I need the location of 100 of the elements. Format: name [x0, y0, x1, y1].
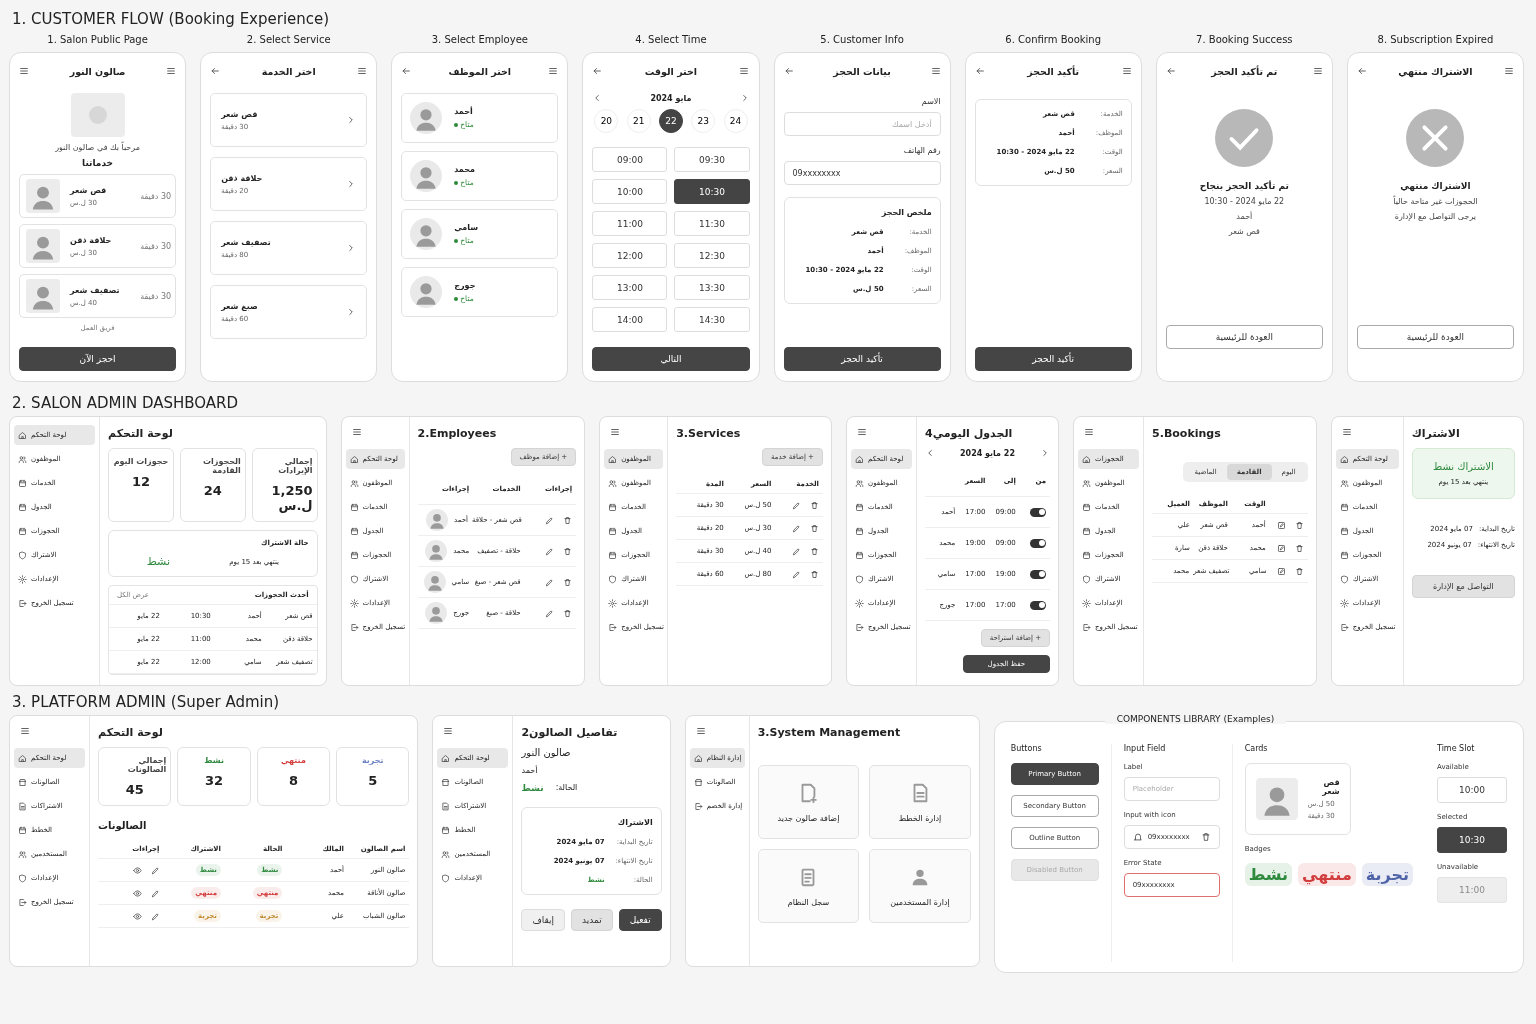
pencil-icon[interactable] — [150, 911, 160, 921]
action-button[interactable]: تأكيد الحجز — [974, 347, 1132, 371]
action-tile[interactable]: إدارة الخطط — [869, 765, 971, 839]
time-slot[interactable]: 10:30 — [674, 179, 750, 204]
pencil-square-icon[interactable] — [1276, 520, 1286, 530]
time-slot[interactable]: 14:00 — [592, 307, 668, 332]
trash-icon[interactable] — [810, 523, 819, 533]
menu-icon[interactable] — [739, 66, 750, 76]
house-icon — [349, 454, 359, 464]
pencil-icon[interactable] — [545, 608, 555, 618]
toggle-switch[interactable] — [1030, 569, 1047, 579]
menu-icon[interactable] — [351, 427, 362, 437]
owner-name: أحمد — [521, 766, 538, 775]
trash-icon[interactable] — [563, 608, 573, 618]
trash-icon[interactable] — [810, 546, 819, 556]
back-arrow-icon[interactable] — [1165, 66, 1176, 76]
action-button[interactable]: العودة للرئيسية — [1165, 325, 1323, 349]
menu-icon[interactable] — [695, 726, 706, 736]
time-slot[interactable]: 12:30 — [674, 243, 750, 268]
date-label: مايو 2024 — [650, 93, 692, 103]
time-slot[interactable]: 11:00 — [592, 211, 668, 236]
time-slot[interactable]: 10:00 — [592, 179, 668, 204]
menu-icon[interactable] — [1341, 427, 1352, 437]
calendar-icon — [18, 478, 27, 488]
day-button[interactable]: 24 — [723, 109, 748, 133]
action-button[interactable]: العودة للرئيسية — [1356, 325, 1514, 349]
input-field[interactable]: 09xxxxxxxx — [783, 161, 941, 185]
menu-icon[interactable] — [1121, 66, 1132, 76]
back-arrow-icon[interactable] — [974, 66, 985, 76]
day-button[interactable]: 23 — [691, 109, 716, 133]
pencil-icon[interactable] — [792, 500, 801, 510]
action-button[interactable]: تمديد — [571, 909, 613, 931]
gear-icon — [855, 598, 864, 608]
time-slot[interactable]: 09:30 — [674, 147, 750, 172]
time-slot[interactable]: 09:00 — [592, 147, 668, 172]
chevron-left-icon[interactable] — [925, 448, 935, 458]
menu-icon[interactable] — [857, 427, 867, 437]
menu-icon[interactable] — [930, 66, 941, 76]
toggle-switch[interactable] — [1030, 538, 1047, 548]
menu-icon[interactable] — [610, 427, 621, 437]
back-arrow-icon[interactable] — [783, 66, 794, 76]
pencil-icon[interactable] — [545, 546, 555, 556]
eye-icon[interactable] — [132, 911, 142, 921]
menu-icon[interactable] — [357, 66, 368, 76]
action-button[interactable]: تفعيل — [618, 909, 662, 931]
trash-icon[interactable] — [1200, 832, 1211, 842]
time-slot[interactable]: 13:30 — [674, 275, 750, 300]
day-button[interactable]: 21 — [626, 109, 651, 133]
action-button[interactable]: احجز الآن — [19, 347, 177, 371]
action-tile[interactable]: إدارة المستخدمين — [869, 849, 971, 923]
trash-icon[interactable] — [1294, 520, 1304, 530]
trash-icon[interactable] — [563, 515, 573, 525]
pencil-icon[interactable] — [792, 569, 801, 579]
back-arrow-icon[interactable] — [1356, 66, 1367, 76]
action-button[interactable]: تأكيد الحجز — [783, 347, 941, 371]
menu-icon[interactable] — [548, 66, 559, 76]
back-arrow-icon[interactable] — [592, 66, 603, 76]
menu-icon[interactable] — [166, 66, 177, 76]
menu-icon[interactable] — [1312, 66, 1323, 76]
action-button[interactable]: إيقاف — [521, 909, 566, 931]
action-tile[interactable]: إضافة صالون جديد — [757, 765, 860, 839]
trash-icon[interactable] — [810, 500, 819, 510]
status-badge: منتهي — [1298, 863, 1356, 886]
time-slot[interactable]: 10:30 — [1437, 827, 1507, 853]
pencil-icon[interactable] — [150, 865, 160, 875]
toggle-switch[interactable] — [1030, 507, 1047, 517]
menu-icon[interactable] — [20, 726, 30, 736]
action-button[interactable]: التواصل مع الإدارة — [1411, 575, 1515, 598]
pencil-icon[interactable] — [792, 523, 801, 533]
day-button[interactable]: 20 — [594, 109, 619, 133]
menu-icon[interactable] — [19, 66, 29, 76]
employee-name: سامي — [454, 223, 479, 232]
trash-icon[interactable] — [1294, 566, 1304, 576]
back-arrow-icon[interactable] — [210, 66, 221, 76]
time-slot[interactable]: 10:00 — [1437, 777, 1507, 803]
menu-icon[interactable] — [1084, 427, 1095, 437]
pencil-square-icon[interactable] — [1276, 543, 1286, 553]
pencil-icon[interactable] — [150, 888, 160, 898]
trash-icon[interactable] — [563, 546, 573, 556]
trash-icon[interactable] — [810, 569, 819, 579]
eye-icon[interactable] — [132, 888, 142, 898]
day-button[interactable]: 22 — [658, 109, 683, 133]
pencil-icon[interactable] — [545, 577, 555, 587]
trash-icon[interactable] — [1294, 543, 1304, 553]
back-arrow-icon[interactable] — [401, 66, 412, 76]
time-slot[interactable]: 14:30 — [674, 307, 750, 332]
pencil-icon[interactable] — [792, 546, 801, 556]
action-tile[interactable]: سجل النظام — [757, 849, 860, 923]
pencil-icon[interactable] — [545, 515, 555, 525]
time-slot[interactable]: 11:30 — [674, 211, 750, 236]
menu-icon[interactable] — [1504, 66, 1514, 76]
eye-icon[interactable] — [132, 865, 142, 875]
menu-icon[interactable] — [443, 726, 454, 736]
gear-icon — [18, 574, 27, 584]
trash-icon[interactable] — [563, 577, 573, 587]
time-slot[interactable]: 12:00 — [592, 243, 668, 268]
action-button[interactable]: التالي — [592, 347, 750, 371]
pencil-square-icon[interactable] — [1276, 566, 1286, 576]
time-slot[interactable]: 13:00 — [592, 275, 668, 300]
toggle-switch[interactable] — [1030, 600, 1047, 610]
